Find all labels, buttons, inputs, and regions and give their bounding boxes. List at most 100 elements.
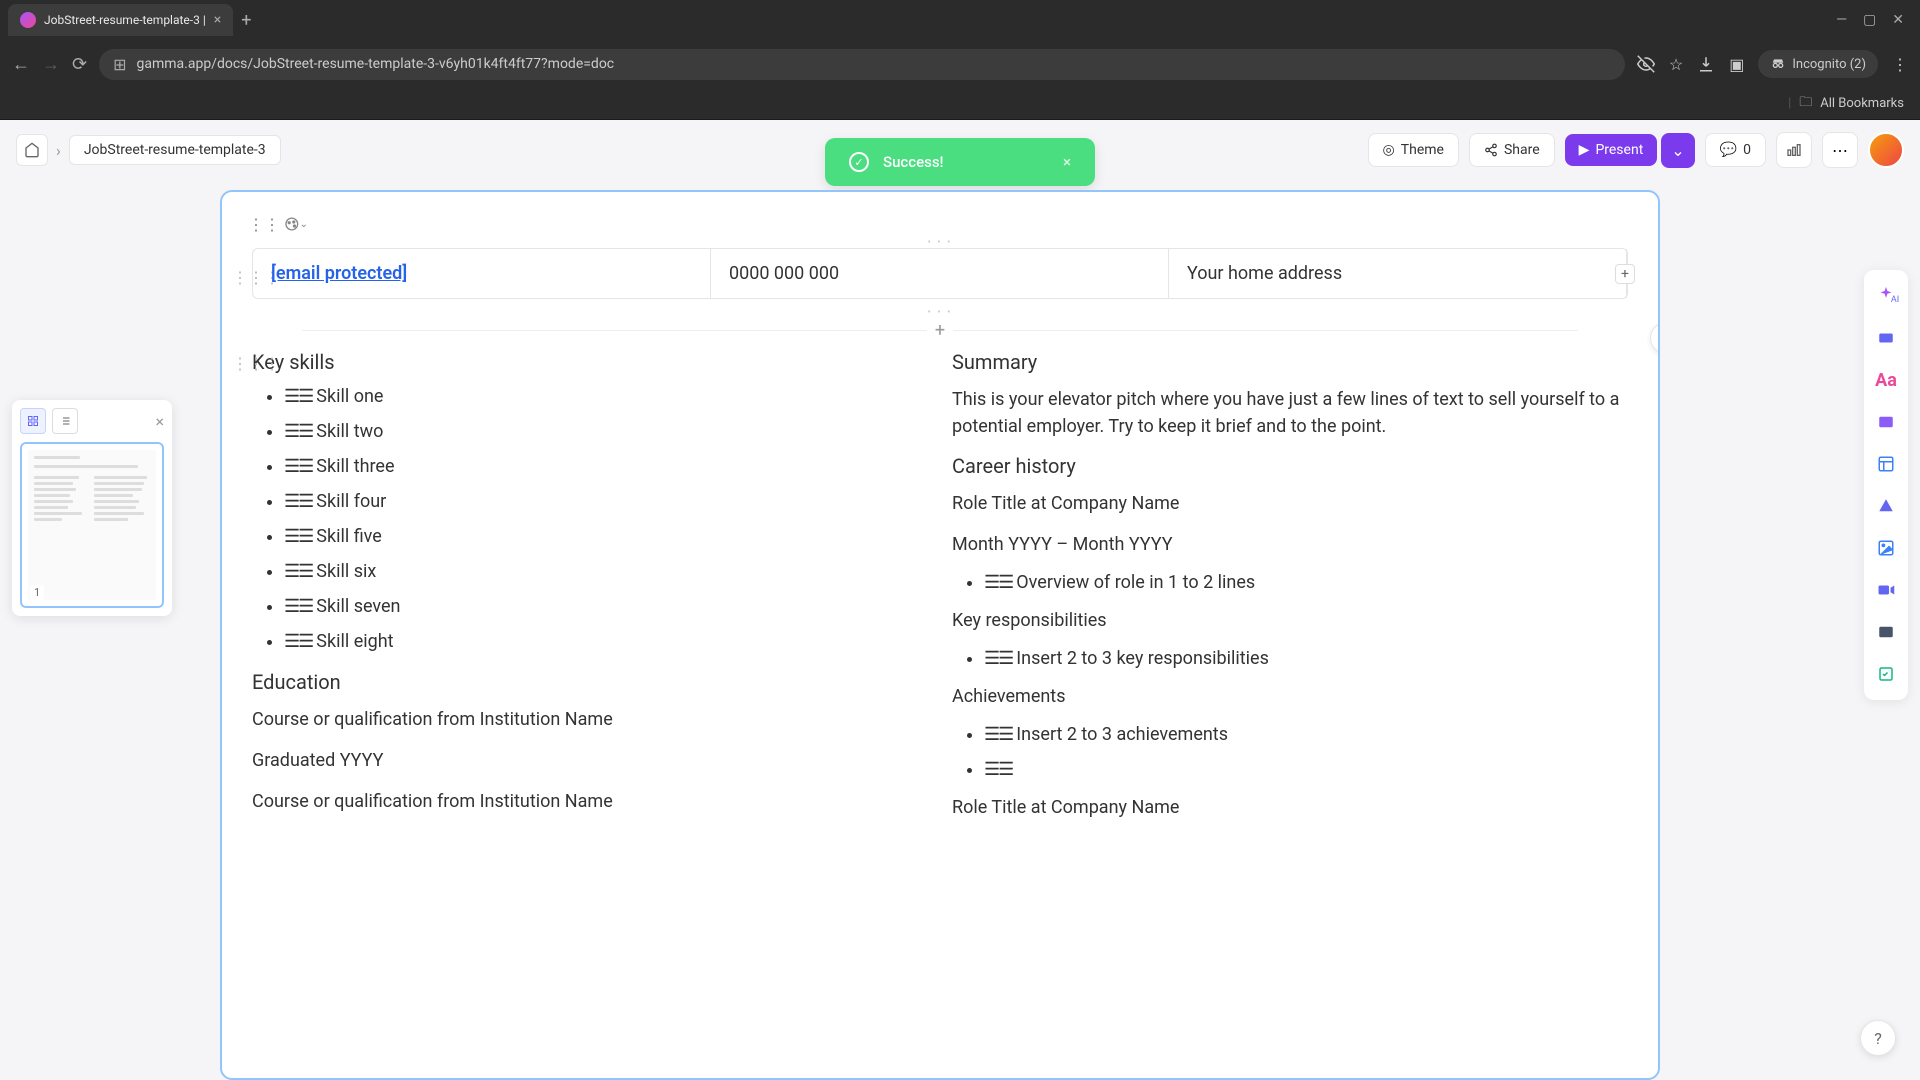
role-title[interactable]: Role Title at Company Name (952, 794, 1628, 821)
play-icon: ▶ (1579, 142, 1590, 158)
video-button[interactable] (1872, 576, 1900, 604)
back-button[interactable]: ← (12, 54, 30, 75)
ellipsis-icon: ⋯ (1832, 141, 1848, 160)
education-graduation[interactable]: Graduated YYYY (252, 747, 928, 774)
callout-button[interactable] (1872, 408, 1900, 436)
contact-row: • • • [email protected] 0000 000 000 You… (252, 248, 1628, 299)
share-icon (1484, 143, 1498, 157)
embed-button[interactable] (1872, 618, 1900, 646)
home-button[interactable] (16, 134, 48, 166)
cell-drag-handle-icon[interactable]: ⋮⋮ (248, 354, 280, 373)
close-tab-icon[interactable]: × (214, 12, 221, 28)
more-menu-button[interactable]: ⋯ (1822, 132, 1858, 168)
skills-heading[interactable]: Key skills (252, 350, 928, 374)
theme-button[interactable]: ◎ Theme (1368, 133, 1459, 167)
document-canvas[interactable]: ⋮⋮ ⌄ ⋮⋮ ⋮⋮ • • • [email protected] 0000 … (220, 190, 1660, 1080)
right-toolbar: AI Aa (1864, 270, 1908, 700)
block-toolbar: ⋮⋮ ⌄ (252, 212, 1628, 236)
left-column[interactable]: Key skills ☰☰Skill one ☰☰Skill two ☰☰Ski… (252, 350, 928, 835)
new-tab-button[interactable]: + (241, 10, 251, 31)
doc-title[interactable]: JobStreet-resume-template-3 (69, 135, 281, 165)
list-prefix-icon: ☰☰ (284, 421, 312, 442)
education-heading[interactable]: Education (252, 670, 928, 694)
grid-view-button[interactable] (20, 408, 46, 434)
email-link[interactable]: [email protected] (271, 263, 407, 284)
layout-button[interactable] (1872, 450, 1900, 478)
address-bar: ← → ⟳ ⊞ gamma.app/docs/JobStreet-resume-… (0, 40, 1920, 88)
list-view-button[interactable] (52, 408, 78, 434)
card-templates-button[interactable] (1872, 324, 1900, 352)
list-item: ☰☰Skill eight (284, 631, 928, 652)
side-panel-icon[interactable]: ▣ (1729, 55, 1744, 74)
phone-cell[interactable]: 0000 000 000 (711, 249, 1169, 298)
palette-icon: ◎ (1383, 142, 1395, 158)
close-panel-button[interactable]: × (155, 412, 164, 431)
list-prefix-icon: ☰☰ (284, 631, 312, 652)
education-course[interactable]: Course or qualification from Institution… (252, 706, 928, 733)
add-column-button[interactable]: + (1615, 264, 1635, 284)
tab-title: JobStreet-resume-template-3 | (44, 13, 206, 27)
present-dropdown-button[interactable]: ⌄ (1661, 133, 1694, 168)
share-button[interactable]: Share (1469, 133, 1555, 167)
close-toast-button[interactable]: × (1063, 153, 1071, 171)
gamma-favicon (20, 12, 36, 28)
column-resize-handle[interactable]: • • • (927, 237, 952, 248)
analytics-button[interactable] (1776, 132, 1812, 168)
career-heading[interactable]: Career history (952, 454, 1628, 478)
education-course[interactable]: Course or qualification from Institution… (252, 788, 928, 815)
url-text: gamma.app/docs/JobStreet-resume-template… (137, 56, 1611, 72)
summary-heading[interactable]: Summary (952, 350, 1628, 374)
add-block-button[interactable]: + (252, 318, 1628, 342)
url-field[interactable]: ⊞ gamma.app/docs/JobStreet-resume-templa… (99, 49, 1625, 80)
form-button[interactable] (1872, 660, 1900, 688)
comments-button[interactable]: 💬 0 (1705, 133, 1766, 167)
downloads-icon[interactable] (1697, 55, 1715, 73)
summary-body[interactable]: This is your elevator pitch where you ha… (952, 386, 1628, 440)
folder-icon: 🗀 (1799, 93, 1812, 115)
role-title[interactable]: Role Title at Company Name (952, 490, 1628, 517)
image-button[interactable] (1872, 534, 1900, 562)
bookmarks-bar: | 🗀 All Bookmarks (0, 88, 1920, 120)
success-toast: ✓ Success! × (825, 138, 1095, 186)
address-cell[interactable]: Your home address (1169, 249, 1627, 298)
all-bookmarks-button[interactable]: All Bookmarks (1820, 96, 1904, 111)
browser-tab[interactable]: JobStreet-resume-template-3 | × (8, 4, 233, 36)
row-resize-handle[interactable]: • • • (252, 307, 1628, 318)
present-button[interactable]: ▶ Present (1565, 134, 1658, 166)
drag-handle-icon[interactable]: ⋮⋮ (252, 212, 276, 236)
ai-palette-icon[interactable]: ⌄ (284, 212, 308, 236)
responsibilities-heading[interactable]: Key responsibilities (952, 607, 1628, 634)
eye-off-icon[interactable] (1637, 55, 1655, 73)
text-format-button[interactable]: Aa (1872, 366, 1900, 394)
breadcrumb-separator: › (56, 141, 61, 160)
ai-sparkle-button[interactable]: AI (1872, 282, 1900, 310)
page-number: 1 (30, 585, 44, 600)
minimize-icon[interactable]: — (1836, 12, 1847, 28)
reload-button[interactable]: ⟳ (72, 54, 87, 75)
list-prefix-icon: ☰☰ (984, 648, 1012, 669)
user-avatar[interactable] (1868, 132, 1904, 168)
responsibilities-list[interactable]: ☰☰Insert 2 to 3 key responsibilities (952, 648, 1628, 669)
achievements-heading[interactable]: Achievements (952, 683, 1628, 710)
bookmark-star-icon[interactable]: ☆ (1669, 55, 1683, 74)
page-thumbnail[interactable]: 1 (20, 442, 164, 608)
list-prefix-icon: ☰☰ (284, 456, 312, 477)
close-window-icon[interactable]: ✕ (1892, 12, 1904, 28)
list-item: ☰☰Skill six (284, 561, 928, 582)
achievements-list[interactable]: ☰☰Insert 2 to 3 achievements ☰☰ (952, 724, 1628, 780)
incognito-badge[interactable]: Incognito (2) (1758, 50, 1878, 78)
forward-button[interactable]: → (42, 54, 60, 75)
browser-menu-icon[interactable]: ⋮ (1892, 55, 1908, 74)
maximize-icon[interactable]: ▢ (1863, 12, 1876, 28)
overview-list[interactable]: ☰☰Overview of role in 1 to 2 lines (952, 572, 1628, 593)
incognito-icon (1770, 56, 1786, 72)
add-comment-button[interactable] (1650, 322, 1660, 354)
incognito-label: Incognito (2) (1792, 57, 1866, 72)
skills-list[interactable]: ☰☰Skill one ☰☰Skill two ☰☰Skill three ☰☰… (252, 386, 928, 652)
site-settings-icon[interactable]: ⊞ (113, 55, 126, 74)
shapes-button[interactable] (1872, 492, 1900, 520)
right-column[interactable]: Summary This is your elevator pitch wher… (952, 350, 1628, 835)
email-cell[interactable]: [email protected] (253, 249, 711, 298)
role-dates[interactable]: Month YYYY – Month YYYY (952, 531, 1628, 558)
help-button[interactable]: ? (1860, 1020, 1896, 1056)
